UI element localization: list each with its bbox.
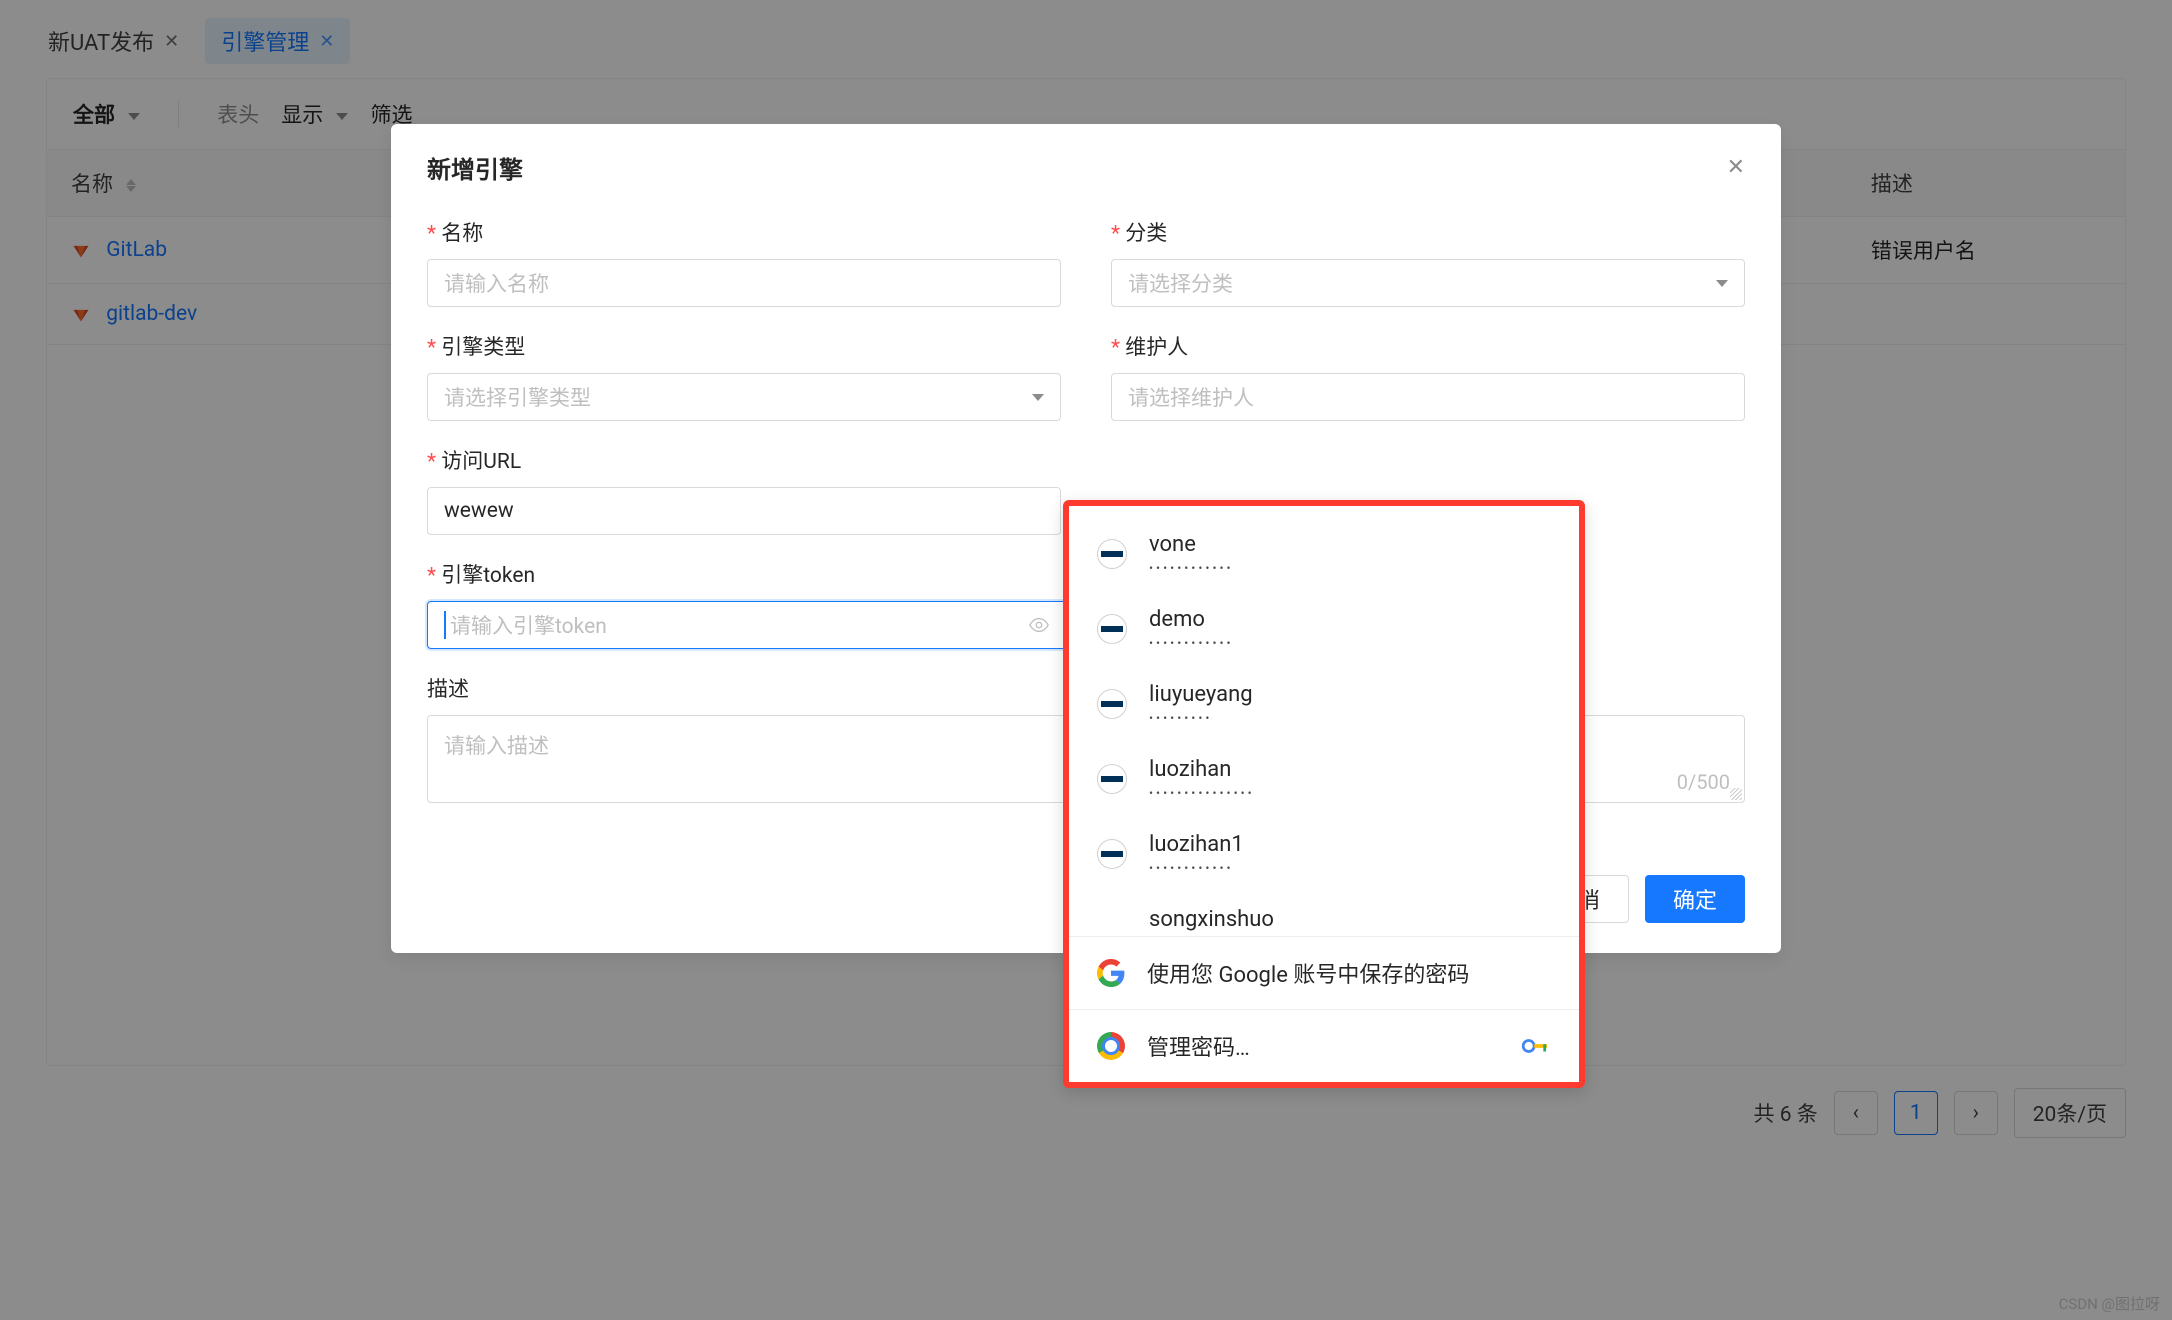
maintainer-select[interactable]: 请选择维护人 bbox=[1111, 373, 1745, 421]
password-suggestion[interactable]: luozihan1 •••••••••••• bbox=[1069, 816, 1579, 891]
category-label: 分类 bbox=[1111, 217, 1745, 247]
password-suggestion[interactable]: demo •••••••••••• bbox=[1069, 591, 1579, 666]
key-icon bbox=[1521, 1035, 1551, 1057]
chrome-icon bbox=[1097, 1032, 1125, 1060]
site-icon bbox=[1097, 839, 1127, 869]
site-icon bbox=[1097, 689, 1127, 719]
name-input[interactable]: 请输入名称 bbox=[427, 259, 1061, 307]
resize-handle[interactable] bbox=[1730, 788, 1742, 800]
name-label: 名称 bbox=[427, 217, 1061, 247]
token-label: 引擎token bbox=[427, 559, 1067, 589]
engine-type-select[interactable]: 请选择引擎类型 bbox=[427, 373, 1061, 421]
close-icon[interactable]: ✕ bbox=[1727, 155, 1745, 180]
password-suggestion[interactable]: luozihan ••••••••••••••• bbox=[1069, 741, 1579, 816]
eye-icon[interactable] bbox=[1028, 614, 1050, 636]
modal-title: 新增引擎 bbox=[427, 150, 523, 185]
chevron-down-icon bbox=[1716, 280, 1728, 287]
ok-button[interactable]: 确定 bbox=[1645, 875, 1745, 923]
password-autofill-popup: vone •••••••••••• demo •••••••••••• liuy… bbox=[1063, 500, 1585, 1088]
category-select[interactable]: 请选择分类 bbox=[1111, 259, 1745, 307]
site-icon bbox=[1097, 539, 1127, 569]
use-google-passwords[interactable]: 使用您 Google 账号中保存的密码 bbox=[1069, 937, 1579, 1009]
password-suggestion[interactable]: vone •••••••••••• bbox=[1069, 516, 1579, 591]
password-suggestion[interactable]: songxinshuo bbox=[1069, 891, 1579, 936]
url-input[interactable]: wewew bbox=[427, 487, 1061, 535]
google-icon bbox=[1097, 959, 1125, 987]
token-input[interactable]: 请输入引擎token bbox=[427, 601, 1067, 649]
manage-passwords[interactable]: 管理密码… bbox=[1069, 1010, 1579, 1082]
maintainer-label: 维护人 bbox=[1111, 331, 1745, 361]
char-count: 0/500 bbox=[1677, 770, 1730, 794]
url-label: 访问URL bbox=[427, 445, 1061, 475]
engine-type-label: 引擎类型 bbox=[427, 331, 1061, 361]
site-icon bbox=[1097, 764, 1127, 794]
chevron-down-icon bbox=[1032, 394, 1044, 401]
watermark: CSDN @图拉呀 bbox=[2059, 1293, 2160, 1314]
password-suggestion[interactable]: liuyueyang ••••••••• bbox=[1069, 666, 1579, 741]
site-icon bbox=[1097, 614, 1127, 644]
